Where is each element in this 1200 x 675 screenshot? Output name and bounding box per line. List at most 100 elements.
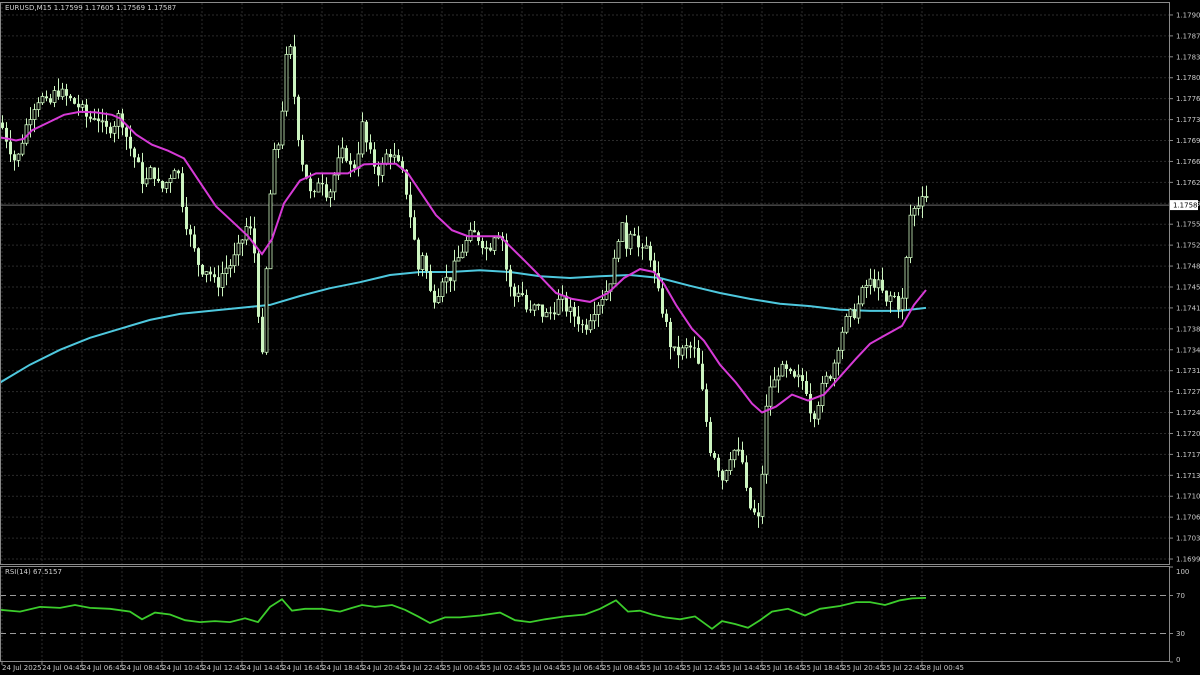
candle-body-bull: [332, 174, 337, 193]
candle-body-bear: [677, 346, 680, 356]
candle-body-bear: [197, 248, 200, 265]
candle-body-bull: [868, 278, 873, 286]
candle-body-bear: [813, 413, 816, 420]
candle-body-bear: [881, 279, 884, 291]
candle-body-bear: [309, 178, 312, 192]
candle-body-bear: [141, 162, 144, 184]
candle-body-bull: [456, 257, 461, 262]
candle-body-bear: [897, 296, 900, 310]
candle-body-bull: [592, 314, 597, 322]
price-tick-label: 1.17695: [1176, 137, 1200, 145]
price-tick-label: 1.17730: [1176, 116, 1200, 124]
candle-body-bear: [325, 184, 328, 198]
candle-body-bull: [340, 147, 345, 159]
candle-body-bear: [49, 98, 52, 103]
candle-body-bull: [36, 102, 41, 111]
candle-body-bear: [201, 264, 204, 275]
price-tick-label: 1.17065: [1176, 514, 1200, 522]
candle-body-bear: [637, 235, 640, 248]
candle-body-bull: [684, 345, 689, 349]
price-tick-label: 1.17135: [1176, 472, 1200, 480]
candle-body-bear: [9, 141, 12, 155]
candle-body-bull: [924, 196, 929, 198]
candle-body-bear: [217, 277, 220, 288]
rsi-info: RSI(14) 67.5157: [5, 568, 62, 576]
candle-body-bear: [785, 364, 788, 369]
current-price-tag: 1.17587: [1170, 200, 1200, 211]
candle-body-bear: [409, 194, 412, 218]
candle-body-bear: [73, 98, 76, 104]
candle-body-bull: [220, 273, 225, 288]
candle-body-bear: [793, 371, 796, 377]
candle-body-bull: [620, 222, 625, 242]
candle-body-bear: [185, 206, 188, 230]
candle-body-bull: [824, 375, 829, 384]
price-tick-label: 1.17625: [1176, 179, 1200, 187]
candle-body-bull: [204, 271, 209, 275]
candle-body-bear: [353, 164, 356, 169]
candle-body-bear: [193, 234, 196, 249]
time-tick-label: 28 Jul 00:45: [922, 664, 964, 672]
candle-body-bull: [460, 251, 465, 259]
candle-body-bull: [284, 54, 289, 112]
candle-body-bear: [189, 229, 192, 235]
candle-body-bull: [544, 312, 549, 318]
time-tick-label: 25 Jul 00:45: [442, 664, 484, 672]
candle-body-bull: [452, 260, 457, 282]
candle-body-bear: [801, 375, 804, 382]
candle-body-bear: [473, 230, 476, 233]
candle-body-bull: [168, 178, 173, 183]
candle-body-bear: [65, 89, 68, 96]
candle-body-bear: [585, 324, 588, 330]
candle-body-bear: [429, 271, 432, 291]
candle-body-bull: [60, 88, 65, 98]
candle-body-bull: [844, 316, 849, 333]
candle-body-bear: [105, 120, 108, 127]
candle-body-bull: [644, 245, 649, 249]
candle-body-bull: [848, 308, 853, 317]
time-tick-label: 24 Jul 10:45: [162, 664, 204, 672]
candle-body-bear: [521, 293, 524, 295]
candle-body-bear: [257, 253, 260, 317]
candle-body-bear: [261, 316, 264, 353]
candle-body-bear: [885, 290, 888, 302]
candle-body-bear: [129, 136, 132, 149]
time-tick-label: 25 Jul 14:45: [722, 664, 764, 672]
candle-body-bear: [641, 247, 644, 249]
time-tick-label: 25 Jul 22:45: [882, 664, 924, 672]
candle-body-bear: [433, 290, 436, 303]
price-tick-label: 1.17835: [1176, 53, 1200, 61]
candle-body-bull: [144, 178, 149, 185]
candle-body-bear: [757, 512, 760, 517]
price-tick-label: 1.17275: [1176, 388, 1200, 396]
candle-body-bear: [705, 389, 708, 422]
price-tick-label: 1.17450: [1176, 283, 1200, 291]
candle-body-bull: [268, 193, 273, 270]
candle-body-bear: [669, 321, 672, 348]
candle-body-bull: [876, 279, 881, 289]
trading-chart[interactable]: 1.17905 1.17870 1.17835 1.17800 1.17765 1.177…: [0, 0, 1200, 675]
candle-body-bear: [313, 191, 316, 193]
candle-body-bull: [724, 470, 729, 481]
candle-body-bear: [69, 95, 72, 99]
candle-body-bull: [328, 191, 333, 198]
candle-body-bull: [484, 247, 489, 250]
time-axis[interactable]: 24 Jul 2025 24 Jul 04:4524 Jul 06:4524 Ju…: [1, 662, 964, 672]
candle-body-bull: [616, 241, 621, 259]
candle-body-bear: [893, 295, 896, 297]
candle-body-bear: [181, 173, 184, 207]
candle-body-bear: [85, 104, 88, 117]
candle-body-bear: [77, 103, 80, 108]
candle-body-bear: [541, 304, 544, 317]
candle-body-bear: [161, 181, 164, 189]
candle-body-bull: [272, 149, 277, 195]
candle-body-bull: [164, 182, 169, 189]
candle-body-bear: [809, 393, 812, 414]
price-tag-label: 1.17587: [1173, 202, 1200, 210]
candle-body-bull: [776, 375, 781, 381]
price-tick-label: 1.17520: [1176, 242, 1200, 250]
candle-body-bear: [625, 222, 628, 249]
candle-body-bull: [780, 363, 785, 377]
price-tick-label: 1.17205: [1176, 430, 1200, 438]
time-tick-label: 24 Jul 2025: [2, 664, 42, 672]
